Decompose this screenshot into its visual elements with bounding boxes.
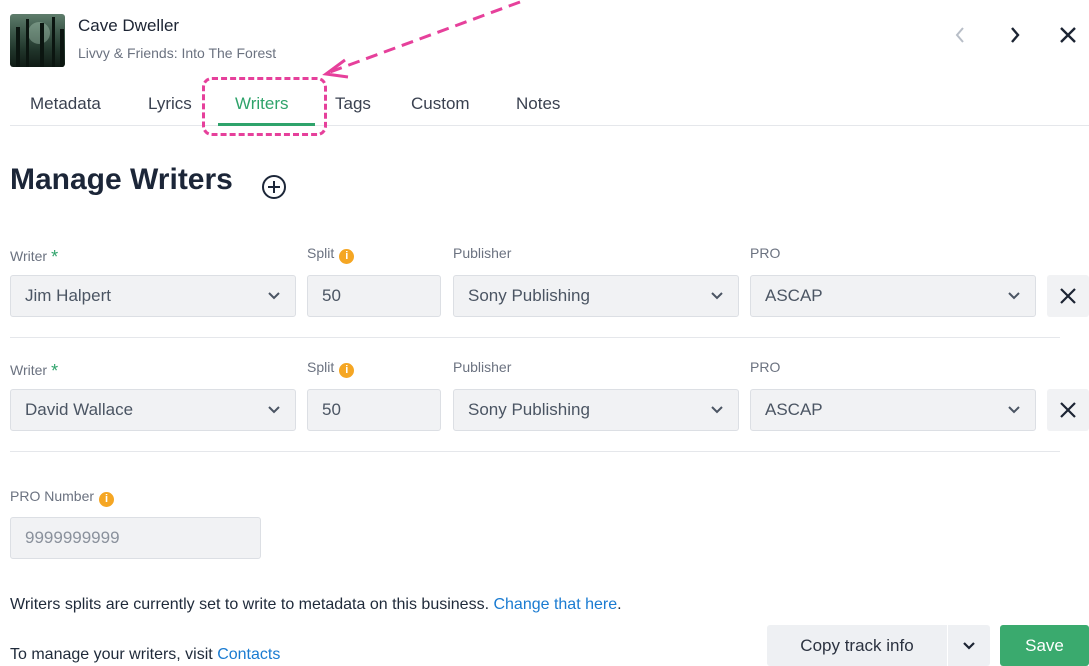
- info-icon: i: [99, 492, 115, 507]
- save-button[interactable]: Save: [1000, 625, 1089, 666]
- chevron-down-icon: [963, 641, 975, 650]
- chevron-down-icon: [1008, 292, 1020, 300]
- pro-select-value: ASCAP: [765, 286, 823, 305]
- remove-writer-button[interactable]: [1047, 275, 1089, 317]
- splits-notice: Writers splits are currently set to writ…: [10, 596, 622, 613]
- publisher-select-value: Sony Publishing: [468, 286, 590, 305]
- page-title: Manage Writers: [10, 163, 233, 196]
- required-mark: *: [51, 361, 59, 381]
- pro-number-input[interactable]: 9999999999: [10, 517, 261, 559]
- plus-circle-icon[interactable]: [261, 174, 287, 200]
- chevron-down-icon: [268, 406, 280, 414]
- annotation-arrow-icon: [322, 0, 521, 79]
- split-value: 50: [322, 286, 341, 305]
- publisher-label: Publisher: [453, 359, 512, 375]
- remove-icon: [1060, 402, 1076, 418]
- copy-options-dropdown-button[interactable]: [948, 625, 990, 666]
- pro-label: PRO: [750, 359, 781, 375]
- writer-select-value: Jim Halpert: [25, 286, 111, 305]
- split-label: Split i: [307, 245, 355, 264]
- writer-label: Writer *: [10, 247, 59, 267]
- split-value: 50: [322, 400, 341, 419]
- chevron-down-icon: [268, 292, 280, 300]
- publisher-select[interactable]: Sony Publishing: [453, 389, 739, 431]
- remove-writer-button[interactable]: [1047, 389, 1089, 431]
- row-divider: [10, 337, 1060, 338]
- split-input[interactable]: 50: [307, 389, 441, 431]
- required-mark: *: [51, 247, 59, 267]
- writer-label: Writer *: [10, 361, 59, 381]
- row-divider: [10, 451, 1060, 452]
- pro-select[interactable]: ASCAP: [750, 275, 1036, 317]
- change-splits-link[interactable]: Change that here: [493, 596, 617, 613]
- chevron-down-icon: [1008, 406, 1020, 414]
- writer-select[interactable]: David Wallace: [10, 389, 296, 431]
- writer-select[interactable]: Jim Halpert: [10, 275, 296, 317]
- pro-label: PRO: [750, 245, 781, 261]
- manage-writers-notice: To manage your writers, visit Contacts: [10, 646, 281, 663]
- pro-select[interactable]: ASCAP: [750, 389, 1036, 431]
- pro-number-label: PRO Number i: [10, 488, 115, 507]
- writer-select-value: David Wallace: [25, 400, 134, 419]
- contacts-link[interactable]: Contacts: [217, 646, 280, 663]
- publisher-label: Publisher: [453, 245, 512, 261]
- split-label: Split i: [307, 359, 355, 378]
- chevron-down-icon: [711, 292, 723, 300]
- info-icon: i: [339, 249, 355, 264]
- chevron-down-icon: [711, 406, 723, 414]
- info-icon: i: [339, 363, 355, 378]
- split-input[interactable]: 50: [307, 275, 441, 317]
- pro-number-value: 9999999999: [25, 528, 120, 547]
- remove-icon: [1060, 288, 1076, 304]
- copy-track-info-button[interactable]: Copy track info: [767, 625, 947, 666]
- publisher-select-value: Sony Publishing: [468, 400, 590, 419]
- pro-select-value: ASCAP: [765, 400, 823, 419]
- publisher-select[interactable]: Sony Publishing: [453, 275, 739, 317]
